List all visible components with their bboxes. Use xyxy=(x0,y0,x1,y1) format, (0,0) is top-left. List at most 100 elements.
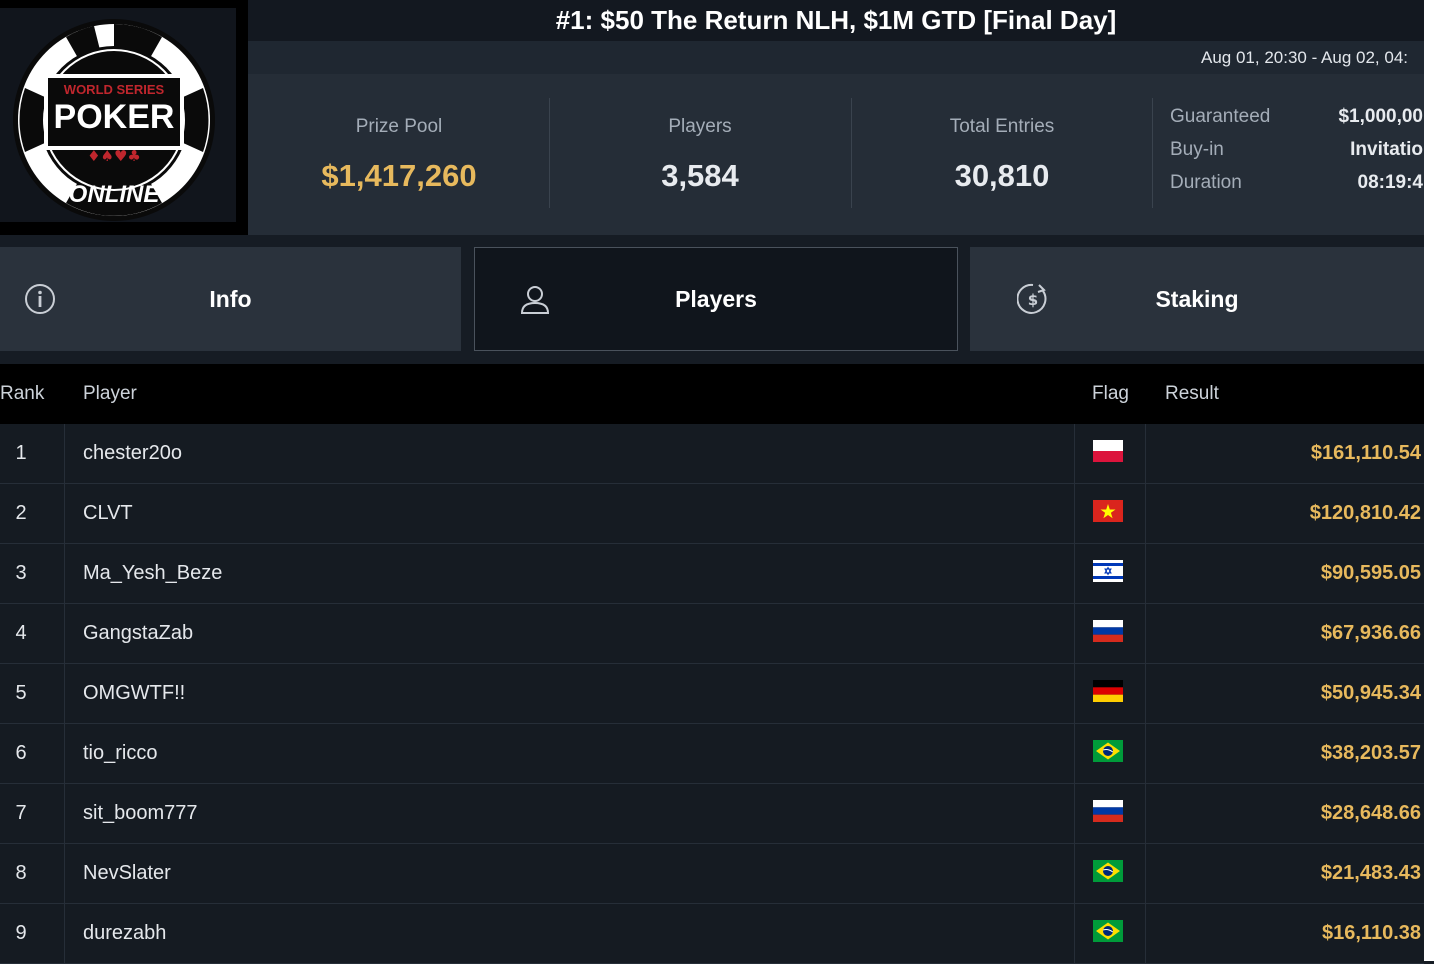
svg-text:POKER: POKER xyxy=(54,98,175,136)
tournament-dates: Aug 01, 20:30 - Aug 02, 04: xyxy=(1201,48,1408,67)
entries-value: 30,810 xyxy=(954,158,1050,193)
player-name[interactable]: NevSlater xyxy=(83,862,171,885)
table-row[interactable]: 1 chester20o $161,110.54 xyxy=(0,424,1424,484)
player-result: $161,110.54 xyxy=(1310,442,1421,464)
table-row[interactable]: 5 OMGWTF!! $50,945.34 xyxy=(0,664,1424,724)
svg-text:♦♠♥♣: ♦♠♥♣ xyxy=(87,147,141,165)
israel-flag-icon xyxy=(1093,560,1123,582)
player-rank: 4 xyxy=(15,622,27,644)
player-result: $67,936.66 xyxy=(1320,622,1421,644)
tab-staking-label: Staking xyxy=(1155,285,1239,312)
table-row[interactable]: 8 NevSlater $21,483.43 xyxy=(0,844,1424,904)
tab-players-label: Players xyxy=(675,285,757,312)
brazil-flag-icon xyxy=(1093,860,1123,882)
column-divider xyxy=(64,844,65,904)
column-divider xyxy=(64,424,65,484)
stat-divider xyxy=(1152,98,1153,208)
player-rank: 7 xyxy=(15,802,27,824)
column-header-rank[interactable]: Rank xyxy=(0,383,44,405)
player-name[interactable]: GangstaZab xyxy=(83,622,193,645)
table-row[interactable]: 3 Ma_Yesh_Beze $90,595.05 xyxy=(0,544,1424,604)
player-result: $120,810.42 xyxy=(1309,502,1421,524)
logo-background: WORLD SERIES POKER ♦♠♥♣ ONLINE xyxy=(0,8,236,222)
column-divider xyxy=(1074,484,1075,544)
column-divider xyxy=(1145,664,1146,724)
player-rank: 1 xyxy=(15,442,27,464)
column-divider xyxy=(1074,664,1075,724)
prize-pool-label: Prize Pool xyxy=(355,116,443,137)
player-result: $90,595.05 xyxy=(1320,562,1421,584)
player-name[interactable]: OMGWTF!! xyxy=(83,682,185,705)
player-rank: 8 xyxy=(15,862,27,884)
player-rank: 5 xyxy=(15,682,27,704)
table-row[interactable]: 4 GangstaZab $67,936.66 xyxy=(0,604,1424,664)
player-name[interactable]: tio_ricco xyxy=(83,742,157,765)
player-name[interactable]: sit_boom777 xyxy=(83,802,198,825)
column-divider xyxy=(1145,424,1146,484)
player-result: $28,648.66 xyxy=(1320,802,1421,824)
column-divider xyxy=(1145,604,1146,664)
column-divider xyxy=(1145,784,1146,844)
column-header-flag[interactable]: Flag xyxy=(1092,383,1129,405)
column-divider xyxy=(64,904,65,964)
column-divider xyxy=(1074,724,1075,784)
logo-panel: WORLD SERIES POKER ♦♠♥♣ ONLINE xyxy=(0,0,248,235)
column-divider xyxy=(1145,724,1146,784)
player-result: $50,945.34 xyxy=(1320,682,1421,704)
svg-text:$: $ xyxy=(1028,291,1038,309)
date-bar: Aug 01, 20:30 - Aug 02, 04: xyxy=(248,41,1424,74)
buyin-value: Invitatio xyxy=(1350,139,1423,160)
poland-flag-icon xyxy=(1093,440,1123,462)
player-result: $16,110.38 xyxy=(1322,922,1421,944)
brazil-flag-icon xyxy=(1093,920,1123,942)
entries-label: Total Entries xyxy=(949,116,1055,137)
russia-flag-icon xyxy=(1093,800,1123,822)
column-divider xyxy=(64,544,65,604)
buyin-label: Buy-in xyxy=(1170,139,1224,160)
tournament-title: #1: $50 The Return NLH, $1M GTD [Final D… xyxy=(248,0,1424,41)
user-icon xyxy=(520,286,550,314)
player-name[interactable]: durezabh xyxy=(83,922,166,945)
player-rank: 3 xyxy=(15,562,27,584)
player-name[interactable]: CLVT xyxy=(83,502,133,525)
tab-info[interactable]: Info xyxy=(0,247,461,351)
column-header-result[interactable]: Result xyxy=(1165,383,1219,405)
tab-staking[interactable]: $ Staking xyxy=(970,247,1424,351)
player-rank: 2 xyxy=(15,502,27,524)
column-divider xyxy=(1074,844,1075,904)
brazil-flag-icon xyxy=(1093,740,1123,762)
player-result: $21,483.43 xyxy=(1320,862,1421,884)
vietnam-flag-icon xyxy=(1093,500,1123,522)
player-rank: 6 xyxy=(15,742,27,764)
column-divider xyxy=(64,604,65,664)
table-row[interactable]: 9 durezabh $16,110.38 xyxy=(0,904,1424,964)
table-row[interactable]: 7 sit_boom777 $28,648.66 xyxy=(0,784,1424,844)
column-divider xyxy=(64,784,65,844)
germany-flag-icon xyxy=(1093,680,1123,702)
column-divider xyxy=(1145,544,1146,604)
guaranteed-value: $1,000,00 xyxy=(1338,106,1423,127)
entries-stat: Total Entries 30,810 xyxy=(852,98,1152,208)
results-table: 1 chester20o $161,110.54 2 CLVT $120,810.42 3 M… xyxy=(0,424,1424,964)
players-stat: Players 3,584 xyxy=(550,98,850,208)
info-icon xyxy=(25,284,55,314)
player-rank: 9 xyxy=(15,922,27,944)
column-divider xyxy=(1074,604,1075,664)
prize-pool-value: $1,417,260 xyxy=(321,158,477,193)
player-result: $38,203.57 xyxy=(1320,742,1421,764)
guaranteed-label: Guaranteed xyxy=(1170,106,1271,127)
tab-players[interactable]: Players xyxy=(474,247,958,351)
column-divider xyxy=(1074,904,1075,964)
table-row[interactable]: 6 tio_ricco $38,203.57 xyxy=(0,724,1424,784)
table-header: Rank Player Flag Result xyxy=(0,364,1424,424)
column-header-player[interactable]: Player xyxy=(83,383,137,405)
table-row[interactable]: 2 CLVT $120,810.42 xyxy=(0,484,1424,544)
window-edge xyxy=(1424,0,1434,961)
player-name[interactable]: chester20o xyxy=(83,442,182,465)
column-divider xyxy=(1074,784,1075,844)
player-name[interactable]: Ma_Yesh_Beze xyxy=(83,562,222,585)
players-value: 3,584 xyxy=(661,158,739,193)
column-divider xyxy=(1145,904,1146,964)
prize-pool-stat: Prize Pool $1,417,260 xyxy=(249,98,549,208)
svg-text:WORLD SERIES: WORLD SERIES xyxy=(64,82,165,97)
